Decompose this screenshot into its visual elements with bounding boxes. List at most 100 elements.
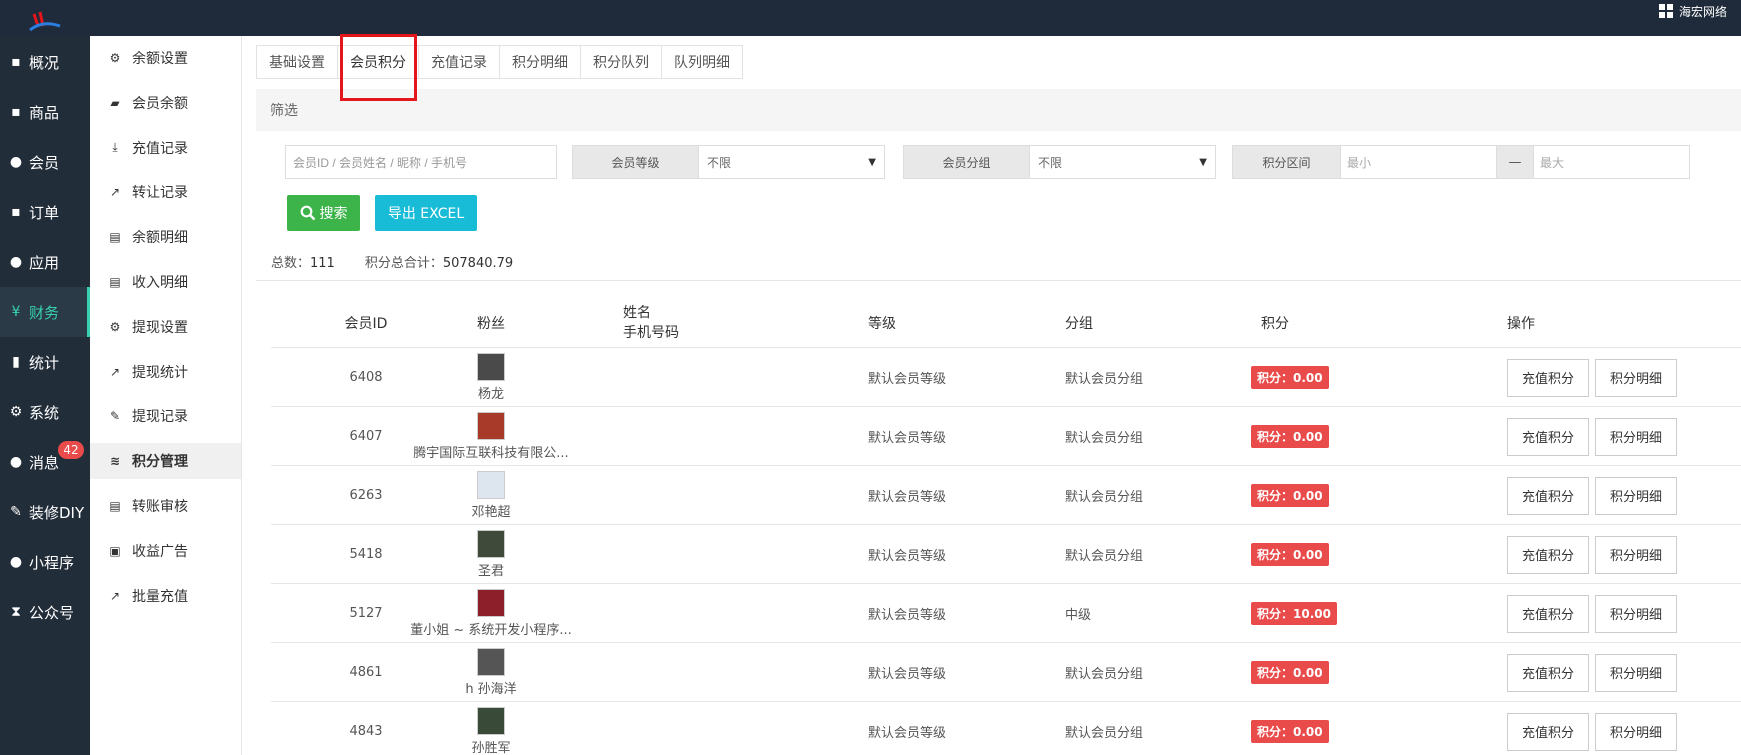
subnav-icon: ↗ bbox=[109, 588, 121, 603]
nav-item-0[interactable]: ▪ 概况 bbox=[0, 37, 90, 87]
score-detail-button[interactable]: 积分明细 bbox=[1595, 476, 1677, 515]
member-group: 默认会员分组 bbox=[1065, 372, 1144, 387]
subnav-label: 收益广告 bbox=[132, 543, 188, 560]
nav-icon: ✎ bbox=[10, 504, 22, 520]
fan-cell: 杨龙 bbox=[396, 353, 586, 402]
tab-5[interactable]: 队列明细 bbox=[662, 46, 742, 78]
nav-icon: ▪ bbox=[11, 54, 21, 70]
nav-item-3[interactable]: ▪ 订单 bbox=[0, 187, 90, 237]
export-excel-button[interactable]: 导出 EXCEL bbox=[375, 195, 477, 231]
recharge-score-button[interactable]: 充值积分 bbox=[1507, 712, 1589, 751]
fan-cell: 董小姐 ~ 系统开发小程序... bbox=[396, 589, 586, 638]
main-content: 基础设置 会员积分 充值记录 积分明细 积分队列 队列明细 筛选 会员ID / 会员姓名 … bbox=[242, 34, 1741, 755]
nav-item-9[interactable]: ✎ 装修DIY bbox=[0, 487, 90, 537]
score-detail-button[interactable]: 积分明细 bbox=[1595, 417, 1677, 456]
recharge-score-button[interactable]: 充值积分 bbox=[1507, 476, 1589, 515]
nav-icon: ● bbox=[9, 454, 23, 470]
range-max-input[interactable]: 最大 bbox=[1534, 146, 1689, 178]
grid-icon bbox=[1658, 4, 1673, 18]
table-row: 5127 董小姐 ~ 系统开发小程序... 默认会员等级 中级 积分：10.00 充值积分… bbox=[271, 584, 1741, 643]
tab-2[interactable]: 充值记录 bbox=[419, 46, 500, 78]
subnav-label: 提现记录 bbox=[132, 409, 188, 426]
range-min-input[interactable]: 最小 bbox=[1341, 146, 1496, 178]
fan-cell: 邓艳超 bbox=[396, 471, 586, 520]
tab-0[interactable]: 基础设置 bbox=[257, 46, 338, 78]
nav-item-1[interactable]: ▪ 商品 bbox=[0, 87, 90, 137]
subnav-item-0[interactable]: ⚙ 余额设置 bbox=[90, 40, 241, 76]
recharge-score-button[interactable]: 充值积分 bbox=[1507, 417, 1589, 456]
nav-item-11[interactable]: ⧗ 公众号 bbox=[0, 587, 90, 637]
score-badge: 积分：0.00 bbox=[1251, 425, 1329, 448]
member-group: 默认会员分组 bbox=[1065, 490, 1144, 505]
tab-4[interactable]: 积分队列 bbox=[581, 46, 662, 78]
subnav-label: 提现设置 bbox=[132, 319, 188, 336]
subnav-item-11[interactable]: ▣ 收益广告 bbox=[90, 533, 241, 569]
score-detail-button[interactable]: 积分明细 bbox=[1595, 535, 1677, 574]
tab-3[interactable]: 积分明细 bbox=[500, 46, 581, 78]
group-select[interactable]: 不限 ▼ bbox=[1030, 146, 1215, 178]
subnav-item-5[interactable]: ▤ 收入明细 bbox=[90, 264, 241, 300]
nav-label: 消息 bbox=[29, 453, 60, 472]
subnav-icon: ↗ bbox=[109, 364, 121, 379]
nav-label: 商品 bbox=[29, 103, 60, 122]
subnav-icon: ▤ bbox=[109, 230, 121, 245]
level-select[interactable]: 不限 ▼ bbox=[699, 146, 884, 178]
member-level: 默认会员等级 bbox=[868, 490, 947, 505]
recharge-score-button[interactable]: 充值积分 bbox=[1507, 358, 1589, 397]
subnav-item-10[interactable]: ▤ 转账审核 bbox=[90, 488, 241, 524]
logo-icon[interactable] bbox=[28, 8, 62, 36]
subnav-item-1[interactable]: ▰ 会员余额 bbox=[90, 85, 241, 121]
brand-name: 海宏网络 bbox=[1678, 4, 1727, 19]
nav-item-8[interactable]: ● 消息 42 bbox=[0, 437, 90, 487]
subnav-icon: ▤ bbox=[109, 499, 121, 513]
member-group: 默认会员分组 bbox=[1065, 726, 1144, 741]
nav-item-5[interactable]: ¥ 财务 bbox=[0, 287, 90, 337]
message-badge: 42 bbox=[58, 441, 84, 459]
subnav-item-2[interactable]: ⤓ 充值记录 bbox=[90, 130, 241, 166]
subnav-item-8[interactable]: ✎ 提现记录 bbox=[90, 398, 241, 434]
nav-icon: ● bbox=[9, 254, 23, 270]
score-detail-button[interactable]: 积分明细 bbox=[1595, 358, 1677, 397]
subnav-label: 会员余额 bbox=[132, 95, 188, 112]
subnav-item-6[interactable]: ⚙ 提现设置 bbox=[90, 309, 241, 345]
fan-cell: 孙胜军 bbox=[396, 707, 586, 755]
nav-item-10[interactable]: ● 小程序 bbox=[0, 537, 90, 587]
nav-item-6[interactable]: ▮ 统计 bbox=[0, 337, 90, 387]
fan-cell: 圣君 bbox=[396, 530, 586, 579]
nav-label: 系统 bbox=[29, 403, 60, 422]
nav-item-4[interactable]: ● 应用 bbox=[0, 237, 90, 287]
nav-item-7[interactable]: ⚙ 系统 bbox=[0, 387, 90, 437]
fan-name: 圣君 bbox=[477, 564, 504, 579]
brand[interactable]: 海宏网络 bbox=[1658, 2, 1727, 20]
search-button[interactable]: 搜索 bbox=[287, 195, 360, 231]
subnav-item-7[interactable]: ↗ 提现统计 bbox=[90, 354, 241, 390]
subnav-label: 转账审核 bbox=[132, 499, 188, 515]
score-badge: 积分：10.00 bbox=[1251, 602, 1337, 625]
subnav-item-4[interactable]: ▤ 余额明细 bbox=[90, 219, 241, 255]
nav-item-2[interactable]: ● 会员 bbox=[0, 137, 90, 187]
search-input[interactable]: 会员ID / 会员姓名 / 昵称 / 手机号 bbox=[285, 145, 557, 179]
header-fans: 粉丝 bbox=[477, 316, 505, 332]
score-detail-button[interactable]: 积分明细 bbox=[1595, 712, 1677, 751]
recharge-score-button[interactable]: 充值积分 bbox=[1507, 535, 1589, 574]
fan-cell: h 孙海洋 bbox=[396, 648, 586, 697]
nav-label: 应用 bbox=[29, 253, 60, 272]
member-level: 默认会员等级 bbox=[868, 608, 947, 623]
nav-icon: ▪ bbox=[11, 104, 21, 120]
avatar bbox=[477, 707, 505, 735]
subnav-item-9[interactable]: ≋ 积分管理 bbox=[90, 443, 241, 480]
group-label: 会员分组 bbox=[904, 146, 1030, 178]
level-filter: 会员等级 不限 ▼ bbox=[572, 145, 885, 179]
score-total: 积分总合计：507840.79 bbox=[364, 256, 514, 271]
score-detail-button[interactable]: 积分明细 bbox=[1595, 594, 1677, 633]
score-detail-button[interactable]: 积分明细 bbox=[1595, 653, 1677, 692]
nav-icon: ● bbox=[9, 554, 23, 570]
subnav-label: 充值记录 bbox=[132, 140, 188, 157]
subnav-item-12[interactable]: ↗ 批量充值 bbox=[90, 578, 241, 614]
table-row: 6408 杨龙 默认会员等级 默认会员分组 积分：0.00 充值积分 积分明细 bbox=[271, 348, 1741, 407]
table-row: 5418 圣君 默认会员等级 默认会员分组 积分：0.00 充值积分 积分明细 bbox=[271, 525, 1741, 584]
header-group: 分组 bbox=[1065, 316, 1093, 332]
recharge-score-button[interactable]: 充值积分 bbox=[1507, 594, 1589, 633]
recharge-score-button[interactable]: 充值积分 bbox=[1507, 653, 1589, 692]
subnav-item-3[interactable]: ↗ 转让记录 bbox=[90, 174, 241, 210]
